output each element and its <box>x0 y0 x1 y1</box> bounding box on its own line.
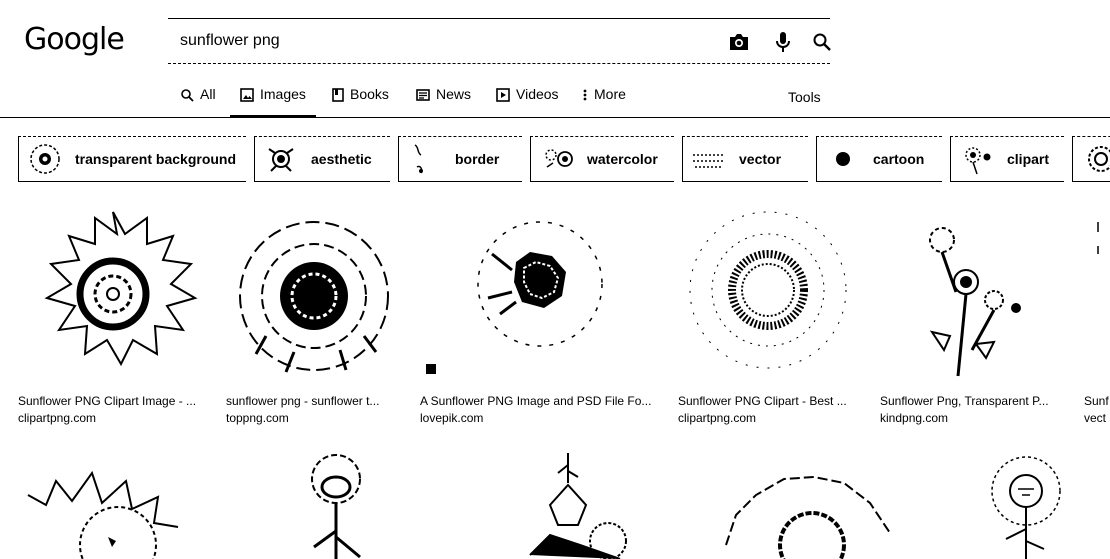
image-result[interactable] <box>970 445 1080 559</box>
chip-label: transparent background <box>75 151 237 167</box>
tab-videos[interactable]: Videos <box>496 86 559 118</box>
chip-thumbnail <box>1088 146 1110 172</box>
result-thumbnail[interactable] <box>18 445 218 559</box>
image-result[interactable] <box>18 445 218 559</box>
chip-label: cartoon <box>873 151 925 167</box>
chip-thumbnail <box>414 144 423 174</box>
chip-label: watercolor <box>587 151 658 167</box>
chip-label: vector <box>739 151 782 167</box>
tab-books[interactable]: Books <box>332 86 389 118</box>
chip-partial[interactable] <box>1072 136 1110 182</box>
result-source: clipartpng.com <box>18 411 97 425</box>
chip-clipart[interactable]: clipart <box>950 136 1064 182</box>
image-icon <box>240 88 254 102</box>
tab-label: News <box>436 86 472 102</box>
microphone-icon[interactable] <box>770 29 796 55</box>
related-chips: transparent background aesthetic border … <box>0 130 1110 186</box>
result-source: clipartpng.com <box>678 411 757 425</box>
chip-transparent-background[interactable]: transparent background <box>18 136 246 182</box>
chip-thumbnail <box>268 148 294 172</box>
search-input[interactable]: sunflower png <box>180 32 280 50</box>
result-thumbnail[interactable] <box>678 200 858 388</box>
image-result[interactable]: Sunflower Png, Transparent P... kindpng.… <box>880 200 1060 425</box>
tab-all[interactable]: All <box>180 86 216 118</box>
chip-thumbnail <box>30 144 60 174</box>
chip-aesthetic[interactable]: aesthetic <box>254 136 390 182</box>
chip-thumbnail <box>836 152 850 166</box>
google-logo[interactable]: Google <box>24 22 125 57</box>
chip-cartoon[interactable]: cartoon <box>816 136 942 182</box>
tab-label: Videos <box>516 86 559 102</box>
result-thumbnail[interactable] <box>280 445 420 559</box>
tab-label: Books <box>350 86 389 102</box>
image-result[interactable]: sunflower png - sunflower t... toppng.co… <box>226 200 402 425</box>
chip-thumbnail <box>693 154 725 168</box>
result-thumbnail[interactable] <box>420 200 660 388</box>
tab-more[interactable]: More <box>582 86 626 118</box>
result-title[interactable]: A Sunflower PNG Image and PSD File Fo... <box>420 394 660 408</box>
result-title[interactable]: Sunflower Png, Transparent P... <box>880 394 1060 408</box>
result-source: kindpng.com <box>880 411 949 425</box>
result-source: toppng.com <box>226 411 289 425</box>
result-source: lovepik.com <box>420 411 484 425</box>
image-result[interactable]: A Sunflower PNG Image and PSD File Fo...… <box>420 200 660 425</box>
tools-button[interactable]: Tools <box>788 89 821 105</box>
chip-thumbnail <box>965 147 991 175</box>
result-source: vect <box>1084 411 1107 425</box>
result-thumbnail[interactable] <box>1084 200 1110 388</box>
search-box[interactable]: sunflower png <box>168 18 831 64</box>
image-result[interactable]: Sunflower PNG Clipart - Best ... clipart… <box>678 200 858 425</box>
search-icon <box>181 89 194 102</box>
result-title[interactable]: Sunf <box>1084 394 1110 408</box>
result-thumbnail[interactable] <box>18 200 208 388</box>
chip-thumbnail <box>545 149 573 168</box>
image-result[interactable]: Sunf vect <box>1084 200 1110 425</box>
chip-label: aesthetic <box>311 151 372 167</box>
tab-label: Images <box>260 86 306 102</box>
search-icon[interactable] <box>809 29 835 55</box>
search-tabs: All Images Books News Videos More Tools <box>0 82 1110 118</box>
chip-border[interactable]: border <box>398 136 522 182</box>
chip-label: clipart <box>1007 151 1050 167</box>
video-icon <box>496 88 510 102</box>
result-thumbnail[interactable] <box>226 200 402 388</box>
tab-images[interactable]: Images <box>230 86 316 118</box>
chip-vector[interactable]: vector <box>682 136 808 182</box>
result-title[interactable]: Sunflower PNG Clipart - Best ... <box>678 394 858 408</box>
more-vert-icon <box>583 89 587 101</box>
result-title[interactable]: Sunflower PNG Clipart Image - ... <box>18 394 208 408</box>
result-thumbnail[interactable] <box>970 445 1080 559</box>
image-result[interactable] <box>716 445 916 559</box>
tab-label: All <box>200 86 216 102</box>
image-result[interactable] <box>280 445 420 559</box>
result-thumbnail[interactable] <box>716 445 916 559</box>
tab-news[interactable]: News <box>416 86 471 118</box>
tab-label: More <box>594 86 626 102</box>
chip-label: border <box>455 151 500 167</box>
result-thumbnail[interactable] <box>880 200 1060 388</box>
camera-icon[interactable] <box>726 29 752 55</box>
chip-watercolor[interactable]: watercolor <box>530 136 674 182</box>
image-result[interactable] <box>520 445 660 559</box>
result-title[interactable]: sunflower png - sunflower t... <box>226 394 402 408</box>
news-icon <box>416 89 430 101</box>
result-thumbnail[interactable] <box>520 445 660 559</box>
book-icon <box>332 88 344 102</box>
image-result[interactable]: Sunflower PNG Clipart Image - ... clipar… <box>18 200 208 425</box>
